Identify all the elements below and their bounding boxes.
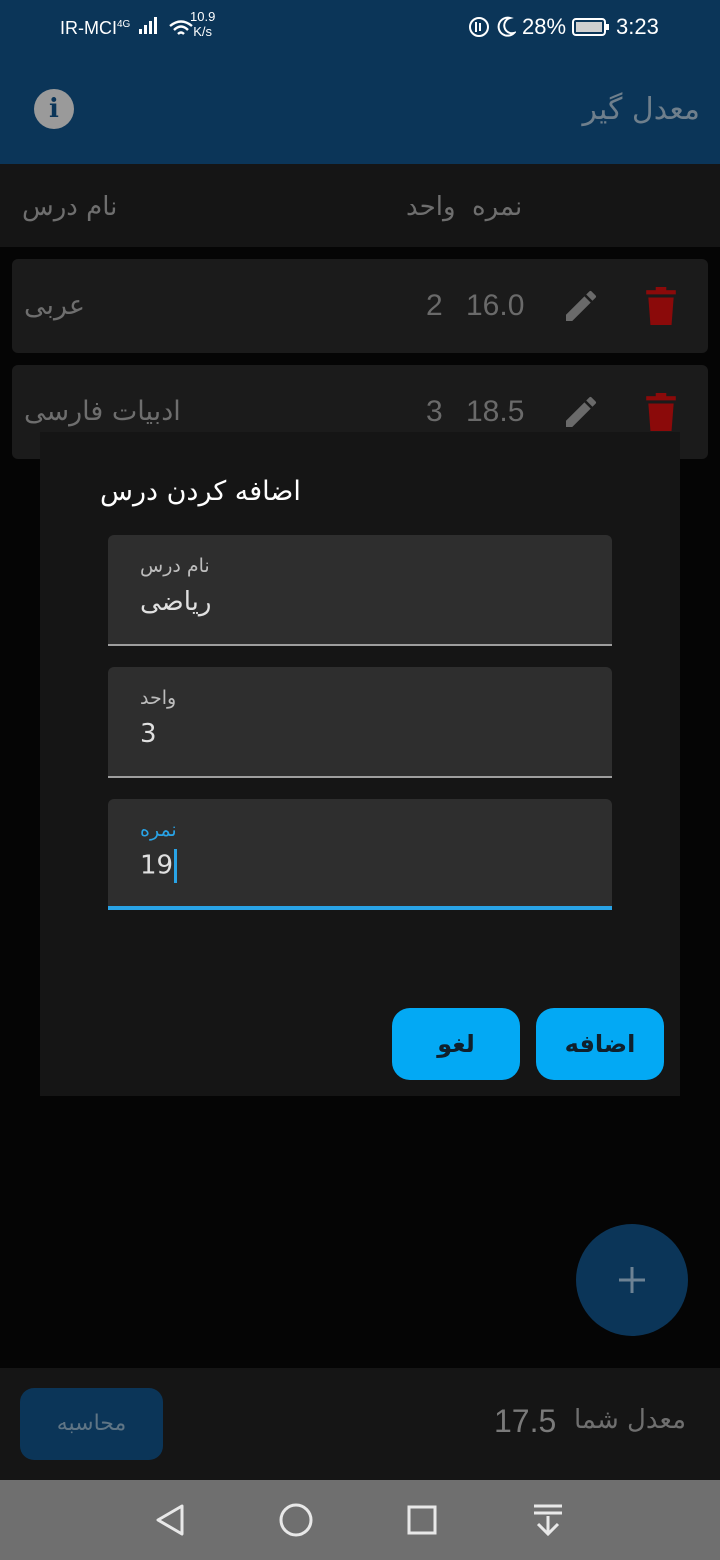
add-course-fab[interactable] <box>576 1224 688 1336</box>
field-underline <box>108 906 612 910</box>
carrier-label: IR-MCI4G <box>60 16 194 39</box>
add-button[interactable]: اضافه <box>536 1008 664 1080</box>
network-type: 4G <box>117 19 131 30</box>
field-value: 19 <box>140 850 174 881</box>
field-value: ریاضی <box>140 587 212 617</box>
average-label: معدل شما <box>574 1405 687 1435</box>
course-grade: 16.0 <box>466 289 525 322</box>
field-underline <box>108 644 612 646</box>
back-icon[interactable] <box>152 1502 188 1538</box>
text-cursor <box>174 849 178 883</box>
system-nav-bar <box>0 1480 720 1560</box>
status-bar: IR-MCI4G 10.9 K/s 28% 3:23 <box>0 0 720 56</box>
field-value: 3 <box>140 719 157 749</box>
trash-icon[interactable] <box>646 287 676 325</box>
net-speed: 10.9 K/s <box>190 9 216 39</box>
field-underline <box>108 776 612 778</box>
units-field[interactable]: واحد 3 <box>108 667 612 778</box>
course-name-field[interactable]: نام درس ریاضی <box>108 535 612 646</box>
battery-percent: 28% <box>522 14 567 39</box>
course-name: ادبیات فارسی <box>24 396 181 427</box>
trash-icon[interactable] <box>646 393 676 431</box>
average-value: 17.5 <box>494 1403 557 1439</box>
header-units: واحد <box>406 192 456 222</box>
plus-icon <box>619 1267 645 1293</box>
battery-icon <box>572 18 610 36</box>
field-label: نمره <box>140 819 177 841</box>
course-name: عربی <box>24 290 86 321</box>
home-icon[interactable] <box>278 1502 314 1538</box>
grade-field[interactable]: نمره 19 <box>108 799 612 910</box>
edit-icon[interactable] <box>561 286 601 326</box>
notification-pull-icon[interactable] <box>530 1502 566 1538</box>
header-grade-units: نمره واحد <box>406 192 522 222</box>
edit-icon[interactable] <box>561 392 601 432</box>
signal-icon <box>139 16 158 34</box>
info-icon[interactable]: i <box>34 89 74 129</box>
field-value-wrap: 19 <box>140 849 178 883</box>
header-course-name: نام درس <box>22 192 118 222</box>
cancel-button[interactable]: لغو <box>392 1008 520 1080</box>
moon-icon <box>497 16 516 37</box>
field-label: واحد <box>140 687 177 709</box>
course-grade: 18.5 <box>466 395 525 428</box>
course-units: 3 <box>426 395 443 428</box>
app-title: معدل گیر <box>582 92 700 127</box>
course-row[interactable] <box>12 259 708 353</box>
calculate-button[interactable]: محاسبه <box>20 1388 163 1460</box>
field-label: نام درس <box>140 555 210 577</box>
dialog-title: اضافه کردن درس <box>100 476 301 507</box>
header-grade: نمره <box>472 192 523 222</box>
clock: 3:23 <box>616 14 659 39</box>
status-right: 28% 3:23 <box>468 14 659 40</box>
data-saver-icon <box>469 17 489 37</box>
course-units: 2 <box>426 289 443 322</box>
recents-icon[interactable] <box>404 1502 440 1538</box>
